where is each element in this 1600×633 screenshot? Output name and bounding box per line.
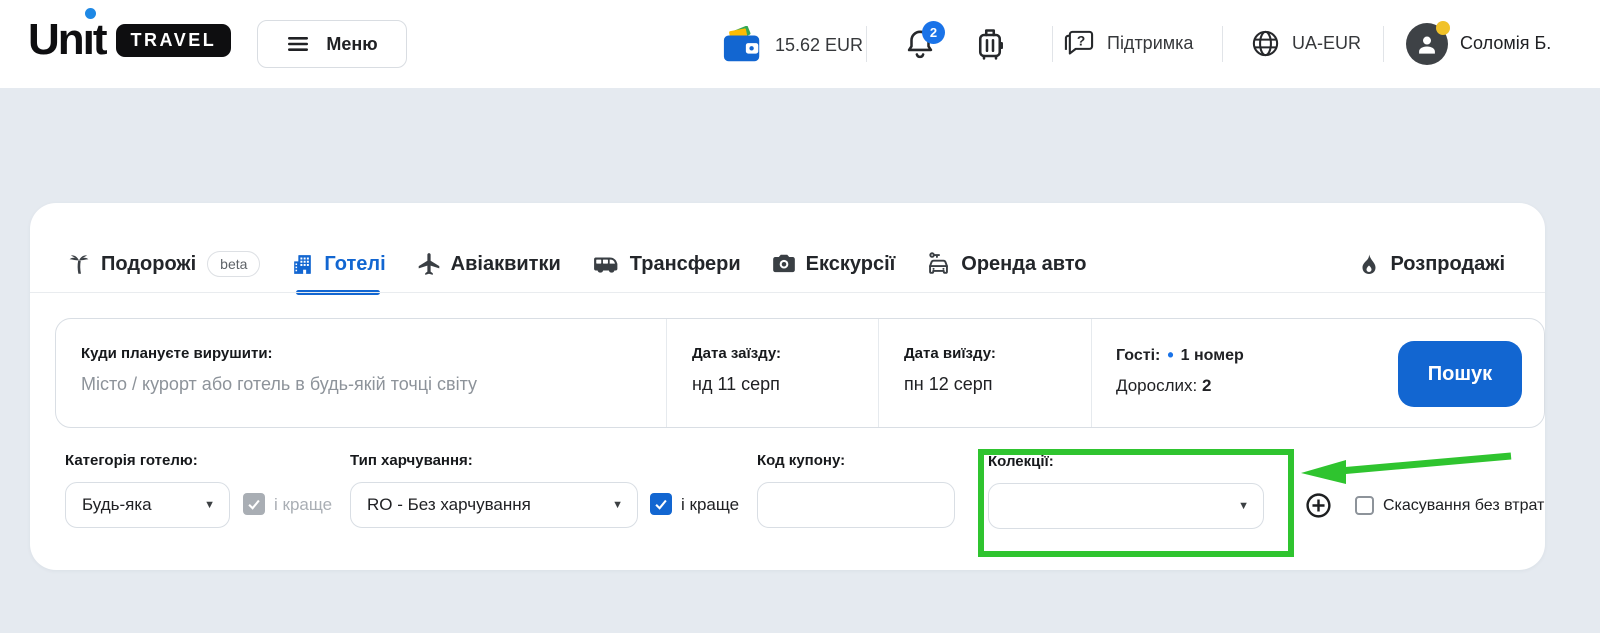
chevron-down-icon: ▼ bbox=[204, 499, 215, 511]
notifications-button[interactable]: 2 bbox=[903, 27, 937, 61]
car-key-icon bbox=[925, 251, 952, 278]
tab-car-rental[interactable]: Оренда авто bbox=[925, 245, 1086, 283]
tab-excursions[interactable]: Екскурсії bbox=[771, 245, 896, 283]
product-tabs: Подорожі beta Готелі Авіаквитки bbox=[66, 245, 1087, 283]
meal-type-select[interactable]: RO - Без харчування ▼ bbox=[350, 482, 638, 528]
coupon-code-input[interactable] bbox=[757, 482, 955, 528]
category-and-better-checkbox[interactable] bbox=[243, 493, 265, 515]
collections-label: Колекції: bbox=[988, 453, 1054, 470]
checkin-label: Дата заїзду: bbox=[692, 345, 878, 362]
locale-label: UA-EUR bbox=[1292, 33, 1361, 54]
checkin-field[interactable]: Дата заїзду: нд 11 серп bbox=[666, 319, 878, 427]
building-icon bbox=[290, 252, 315, 277]
support-chat-icon: ? bbox=[1062, 27, 1096, 59]
checkout-label: Дата виїзду: bbox=[904, 345, 1091, 362]
header-divider bbox=[1383, 26, 1384, 62]
search-button[interactable]: Пошук bbox=[1398, 341, 1522, 407]
wallet-icon bbox=[722, 26, 764, 64]
checkin-value[interactable]: нд 11 серп bbox=[692, 374, 878, 395]
header-divider bbox=[866, 26, 867, 62]
guests-rooms: 1 номер bbox=[1181, 347, 1244, 365]
chevron-down-icon: ▼ bbox=[612, 499, 623, 511]
guests-label: Гості: bbox=[1116, 347, 1160, 365]
beta-badge: beta bbox=[207, 251, 260, 277]
coupon-code-label: Код купону: bbox=[757, 452, 845, 469]
menu-button[interactable]: Меню bbox=[257, 20, 407, 68]
support-label: Підтримка bbox=[1107, 33, 1193, 54]
brand-badge: TRAVEL bbox=[116, 24, 232, 57]
tab-label: Авіаквитки bbox=[451, 253, 561, 276]
tab-label: Оренда авто bbox=[961, 253, 1086, 276]
menu-label: Меню bbox=[326, 34, 377, 55]
hotel-category-select[interactable]: Будь-яка ▼ bbox=[65, 482, 230, 528]
meal-and-better-checkbox[interactable] bbox=[650, 493, 672, 515]
tabs-divider bbox=[30, 292, 1545, 293]
svg-text:?: ? bbox=[1077, 33, 1085, 48]
meal-and-better-label: і краще bbox=[681, 495, 739, 515]
tab-label: Екскурсії bbox=[806, 253, 896, 276]
adults-label: Дорослих: bbox=[1116, 376, 1197, 395]
tab-label: Подорожі bbox=[101, 253, 196, 276]
plus-circle-icon bbox=[1304, 491, 1333, 520]
free-cancellation-checkbox[interactable] bbox=[1355, 496, 1374, 515]
support-button[interactable]: ? Підтримка bbox=[1062, 27, 1193, 59]
hotel-category-label: Категорія готелю: bbox=[65, 452, 198, 469]
avatar-status-dot bbox=[1436, 21, 1450, 35]
tab-hotels[interactable]: Готелі bbox=[290, 245, 385, 283]
wallet-amount: 15.62 EUR bbox=[775, 35, 863, 56]
header-divider bbox=[1222, 26, 1223, 62]
tab-sales[interactable]: Розпродажі bbox=[1357, 245, 1505, 283]
locale-currency-button[interactable]: UA-EUR bbox=[1250, 28, 1361, 59]
search-card: Подорожі beta Готелі Авіаквитки bbox=[30, 203, 1545, 570]
globe-icon bbox=[1250, 28, 1281, 59]
user-name[interactable]: Соломія Б. bbox=[1460, 33, 1551, 54]
destination-label: Куди плануєте вирушити: bbox=[81, 345, 666, 362]
wallet-balance[interactable]: 15.62 EUR bbox=[722, 26, 863, 64]
destination-placeholder[interactable]: Місто / курорт або готель в будь-якій то… bbox=[81, 374, 666, 395]
brand-wordmark: Unıt bbox=[28, 18, 106, 62]
hotel-search-box: Куди плануєте вирушити: Місто / курорт а… bbox=[55, 318, 1545, 428]
person-icon bbox=[1414, 31, 1440, 57]
adults-value: 2 bbox=[1202, 376, 1211, 395]
hotel-category-value: Будь-яка bbox=[82, 495, 152, 515]
tab-trips[interactable]: Подорожі beta bbox=[66, 245, 260, 283]
camera-icon bbox=[771, 251, 797, 277]
tab-transfers[interactable]: Трансфери bbox=[591, 245, 741, 283]
user-avatar[interactable] bbox=[1406, 23, 1448, 65]
tab-flights[interactable]: Авіаквитки bbox=[416, 245, 561, 283]
meal-type-value: RO - Без харчування bbox=[367, 495, 531, 515]
destination-field[interactable]: Куди плануєте вирушити: Місто / курорт а… bbox=[56, 319, 666, 427]
van-icon bbox=[591, 251, 621, 277]
palm-tree-icon bbox=[66, 251, 92, 277]
airplane-icon bbox=[416, 251, 442, 277]
add-filter-button[interactable] bbox=[1304, 491, 1333, 520]
sales-label: Розпродажі bbox=[1390, 253, 1505, 276]
hamburger-icon bbox=[286, 32, 310, 56]
checkout-field[interactable]: Дата виїзду: пн 12 серп bbox=[878, 319, 1091, 427]
notifications-count-badge: 2 bbox=[922, 21, 945, 44]
category-and-better-label: і краще bbox=[274, 495, 332, 515]
free-cancellation-label: Скасування без втрат bbox=[1383, 497, 1544, 515]
suitcase-icon bbox=[972, 24, 1008, 64]
collections-select[interactable]: ▼ bbox=[988, 483, 1264, 529]
tab-label: Трансфери bbox=[630, 253, 741, 276]
tab-label: Готелі bbox=[324, 253, 385, 276]
flame-icon bbox=[1357, 252, 1381, 276]
check-icon bbox=[654, 497, 668, 511]
header-divider bbox=[1052, 26, 1053, 62]
top-header: Unıt TRAVEL Меню 15.62 EUR 2 bbox=[0, 0, 1600, 88]
guests-bullet: • bbox=[1167, 345, 1173, 366]
checkout-value[interactable]: пн 12 серп bbox=[904, 374, 1091, 395]
meal-type-label: Тип харчування: bbox=[350, 452, 473, 469]
brand-logo[interactable]: Unıt TRAVEL bbox=[28, 18, 231, 62]
trips-luggage-button[interactable] bbox=[972, 24, 1008, 64]
check-icon bbox=[247, 497, 261, 511]
chevron-down-icon: ▼ bbox=[1238, 500, 1249, 512]
